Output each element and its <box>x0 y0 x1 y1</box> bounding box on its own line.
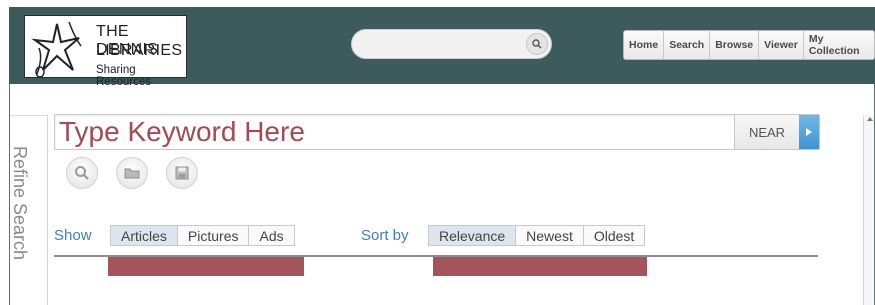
quick-search-input[interactable] <box>351 29 552 59</box>
sort-by-label: Sort by <box>361 227 409 244</box>
redacted-bar-sort <box>433 257 647 276</box>
logo-line-2: LIBRARIES <box>96 42 183 59</box>
nav-my-collection[interactable]: My Collection <box>803 31 874 59</box>
open-folder-button[interactable] <box>116 157 148 189</box>
show-pictures-option[interactable]: Pictures <box>178 226 250 245</box>
starfish-logo-icon <box>31 21 82 78</box>
save-button[interactable] <box>166 157 198 189</box>
main-nav: Home Search Browse Viewer My Collection <box>623 30 875 60</box>
header: THE DENNIS LIBRARIES Sharing Resources H… <box>9 7 875 88</box>
page: THE DENNIS LIBRARIES Sharing Resources H… <box>0 0 875 305</box>
sort-filter-group: Relevance Newest Oldest <box>428 225 646 246</box>
library-logo[interactable]: THE DENNIS LIBRARIES Sharing Resources <box>24 15 187 88</box>
keyword-search-field[interactable]: Type Keyword Here NEAR <box>54 114 820 150</box>
nav-home[interactable]: Home <box>624 31 665 59</box>
play-arrow-icon <box>806 128 812 136</box>
search-tool-button[interactable] <box>66 157 98 189</box>
sort-relevance-option[interactable]: Relevance <box>429 226 517 245</box>
scroll-up-arrow-icon[interactable] <box>867 117 873 121</box>
redacted-bar-show <box>108 257 304 276</box>
logo-tagline: Sharing Resources <box>96 64 151 88</box>
go-button[interactable] <box>799 115 819 149</box>
sort-oldest-option[interactable]: Oldest <box>584 226 644 245</box>
show-articles-option[interactable]: Articles <box>111 226 178 245</box>
nav-viewer[interactable]: Viewer <box>759 31 804 59</box>
show-label: Show <box>54 227 92 244</box>
keyword-placeholder: Type Keyword Here <box>59 116 305 147</box>
save-icon <box>175 166 189 180</box>
show-filter-group: Articles Pictures Ads <box>110 225 295 246</box>
near-dropdown[interactable]: NEAR <box>734 115 799 149</box>
folder-icon <box>124 168 140 179</box>
nav-search[interactable]: Search <box>664 31 711 59</box>
show-ads-option[interactable]: Ads <box>249 226 293 245</box>
search-button[interactable] <box>526 33 548 55</box>
refine-search-panel-toggle[interactable]: Refine Search <box>10 115 48 305</box>
search-icon <box>532 39 542 49</box>
search-icon <box>75 166 89 180</box>
nav-browse[interactable]: Browse <box>710 31 760 59</box>
scrollbar[interactable] <box>863 115 874 305</box>
sort-newest-option[interactable]: Newest <box>516 226 584 245</box>
refine-search-label: Refine Search <box>10 146 30 261</box>
